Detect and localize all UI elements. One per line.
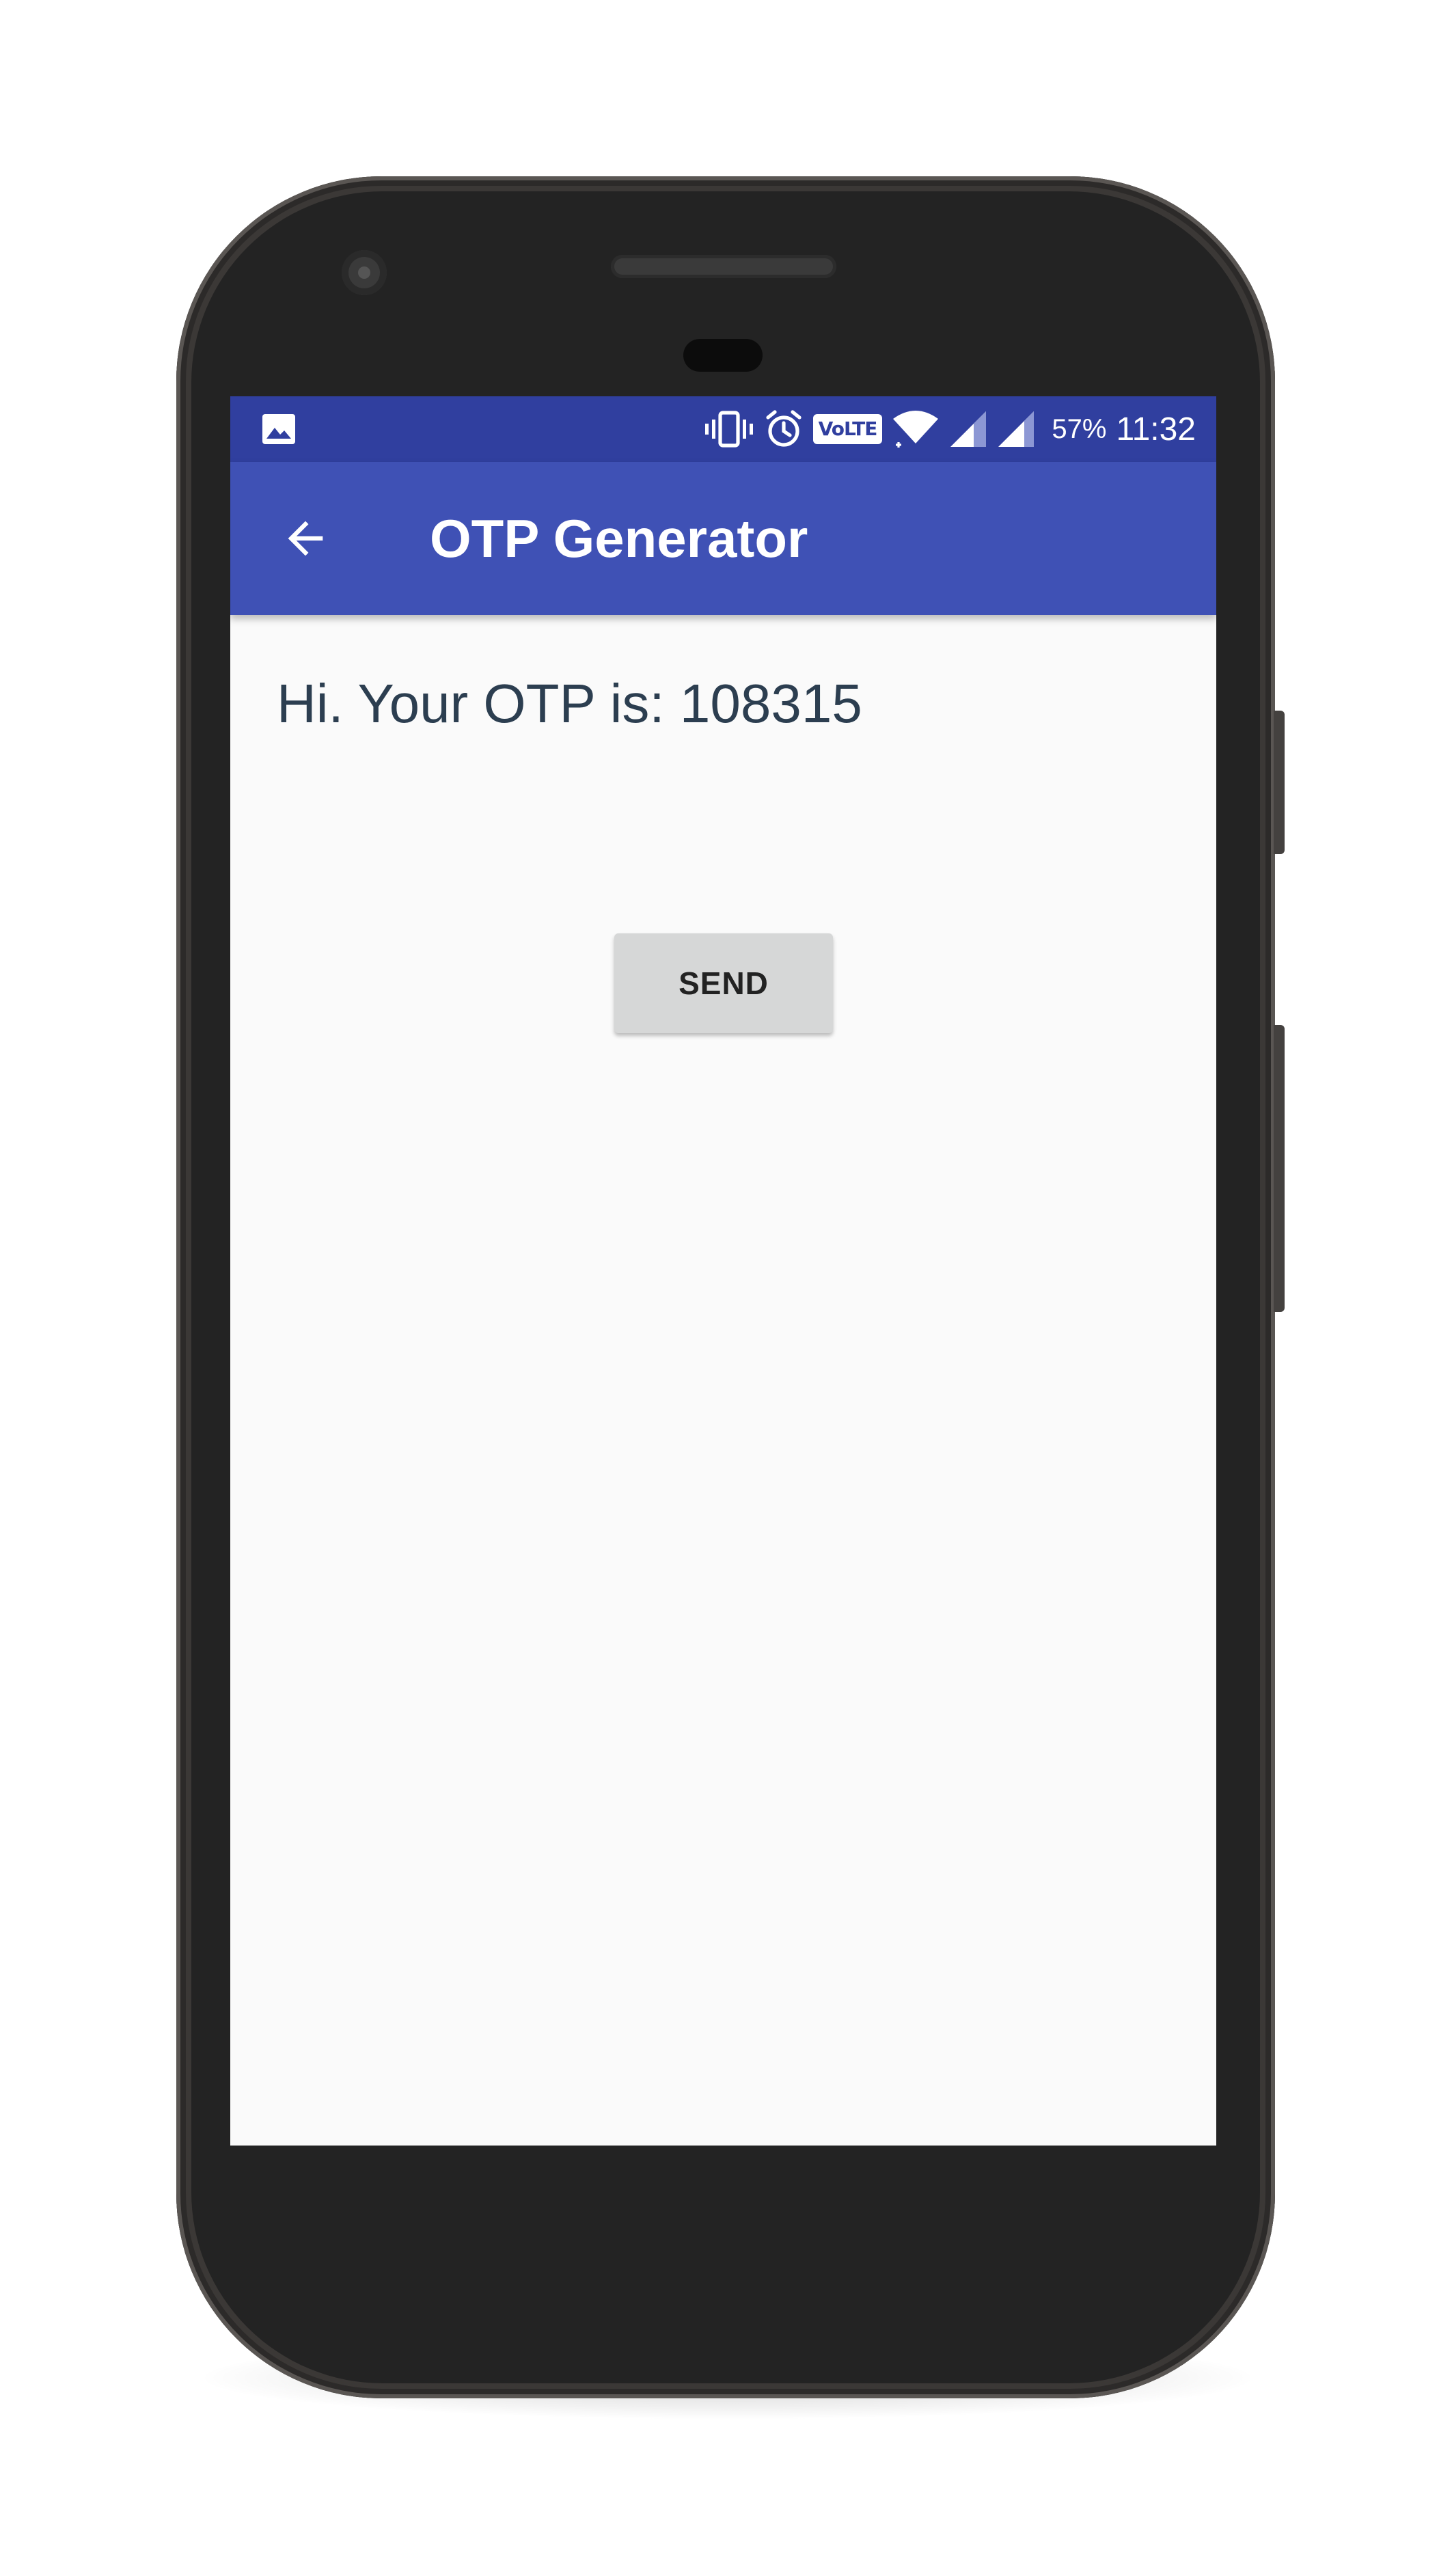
clock: 11:32 [1116,411,1196,448]
send-button[interactable]: SEND [614,933,833,1033]
arrow-left-icon [288,521,323,556]
otp-message: Hi. Your OTP is: 108315 [277,673,862,734]
mockup-stage: VoLTE 57% 11:32 OTP Generator Hi. Your O… [0,0,1452,2576]
wifi-icon [893,411,939,448]
volume-button [1274,1025,1285,1312]
back-button[interactable] [271,504,340,573]
front-camera [342,250,387,295]
vibrate-icon [704,411,753,448]
status-icons: VoLTE 57% 11:32 [704,396,1196,462]
status-bar: VoLTE 57% 11:32 [230,396,1216,462]
proximity-sensor [683,339,763,372]
volte-badge: VoLTE [812,414,883,444]
alarm-icon [765,410,802,447]
image-notification-icon [262,414,295,444]
signal-icon [998,411,1035,447]
phone-screen: VoLTE 57% 11:32 OTP Generator Hi. Your O… [230,396,1216,2146]
signal-icon [950,411,987,447]
battery-percentage: 57% [1052,413,1107,444]
earpiece-speaker [611,255,836,278]
app-bar: OTP Generator [230,462,1216,615]
page-title: OTP Generator [430,508,808,568]
power-button [1274,711,1285,854]
